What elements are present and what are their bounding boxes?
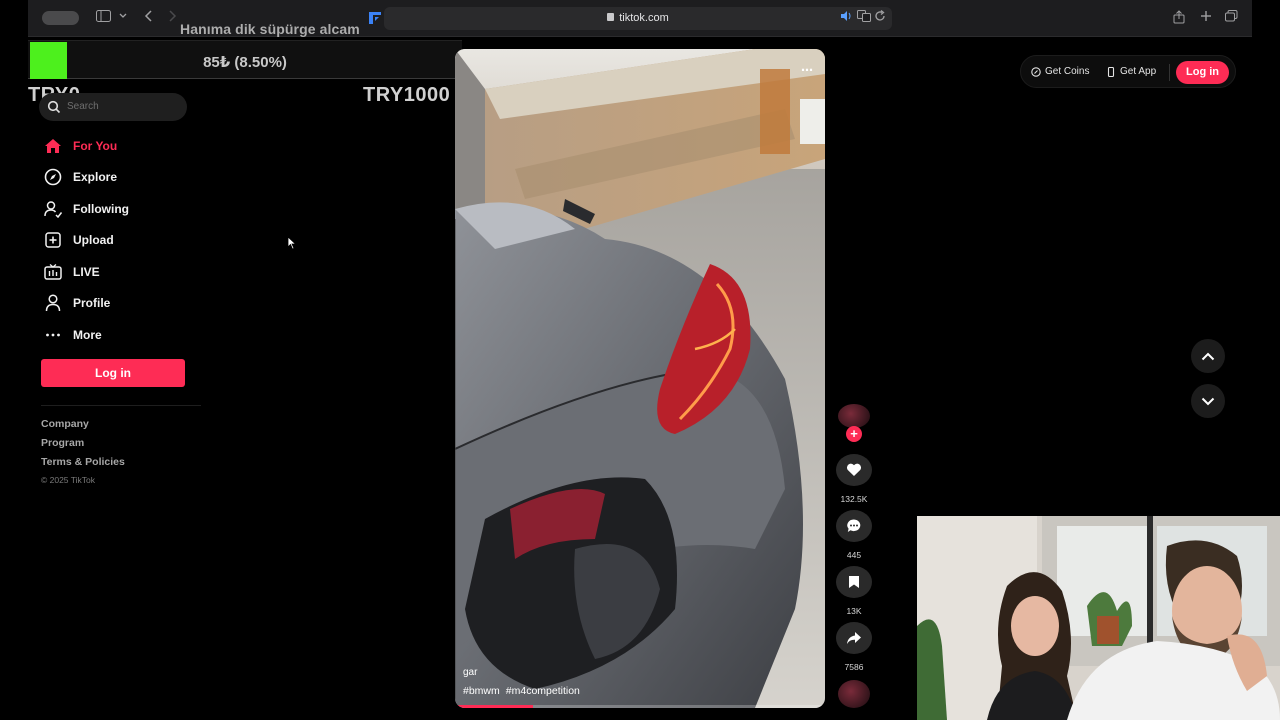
video-caption: gar [463, 667, 478, 678]
get-coins-label: Get Coins [1045, 66, 1090, 77]
webcam-overlay [917, 516, 1280, 720]
like-action: 132.5K [836, 454, 872, 504]
chevron-down-icon[interactable] [119, 10, 127, 26]
get-app-label: Get App [1120, 66, 1157, 77]
back-icon[interactable] [144, 10, 153, 26]
bookmark-icon [849, 576, 859, 588]
comment-button[interactable] [836, 510, 872, 542]
get-app-link[interactable]: Get App [1106, 66, 1156, 77]
sidebar-item-label: LIVE [73, 264, 100, 279]
sidebar-item-label: For You [73, 138, 118, 153]
like-button[interactable] [836, 454, 872, 486]
goal-max-label: TRY1000 [363, 84, 451, 106]
webcam-feed [917, 516, 1280, 720]
video-progress-bar[interactable] [455, 705, 825, 708]
comment-icon [847, 519, 861, 532]
creator-avatar[interactable] [838, 404, 870, 428]
chevron-up-icon [1201, 352, 1215, 360]
footer-link-terms[interactable]: Terms & Policies [41, 456, 125, 468]
footer-link-company[interactable]: Company [41, 418, 89, 430]
extension-icon[interactable] [368, 11, 382, 27]
chevron-down-icon [1201, 397, 1215, 405]
video-progress-fill [455, 705, 533, 708]
previous-video-button[interactable] [1191, 339, 1225, 373]
save-action: 13K [836, 566, 872, 616]
sidebar-item-more[interactable]: More [42, 319, 242, 351]
home-icon [42, 135, 64, 157]
compass-icon [42, 166, 64, 188]
search-input[interactable]: Search [39, 93, 187, 121]
url-text: tiktok.com [619, 12, 669, 24]
sidebar-item-live[interactable]: LIVE [42, 256, 242, 288]
reload-icon[interactable] [874, 9, 886, 26]
forward-icon[interactable] [168, 10, 177, 26]
sidebar-divider [41, 405, 201, 406]
share-count: 7586 [844, 662, 864, 672]
tab-group-pill[interactable] [42, 11, 79, 25]
search-placeholder: Search [67, 101, 99, 112]
donation-progress-bar: 85₺ (8.50%) [28, 40, 462, 79]
header-actions: Get Coins Get App Log in [1020, 55, 1236, 88]
comment-count: 445 [846, 550, 862, 560]
video-player[interactable]: ⋯ gar #bmwm #m4competition [455, 49, 825, 708]
new-tab-icon[interactable] [1200, 10, 1212, 26]
profile-icon [42, 292, 64, 314]
donation-goal-title: Hanıma dik süpürge alcam [180, 21, 360, 37]
comment-action: 445 [836, 510, 872, 560]
phone-icon [1107, 66, 1115, 77]
like-count: 132.5K [840, 494, 868, 504]
sidebar-item-explore[interactable]: Explore [42, 162, 242, 194]
follow-plus-icon[interactable]: + [846, 426, 862, 442]
donation-progress-text: 85₺ (8.50%) [203, 54, 287, 71]
live-icon [42, 261, 64, 283]
get-coins-link[interactable]: Get Coins [1031, 66, 1089, 77]
share-button[interactable] [836, 622, 872, 654]
sidebar-toggle-icon[interactable] [96, 10, 111, 26]
save-button[interactable] [836, 566, 872, 598]
save-count: 13K [846, 606, 862, 616]
video-frame [455, 49, 825, 708]
search-icon [47, 100, 61, 114]
following-icon [42, 198, 64, 220]
copyright-text: © 2025 TikTok [41, 475, 95, 485]
header-separator [1169, 64, 1170, 81]
mouse-cursor-icon [287, 236, 297, 250]
sidebar-nav: For You Explore Following Upload LIVE Pr… [42, 130, 242, 351]
music-disc-avatar[interactable] [838, 680, 870, 708]
coin-icon [1031, 66, 1041, 77]
address-bar[interactable]: tiktok.com [384, 7, 892, 30]
sidebar-item-following[interactable]: Following [42, 193, 242, 225]
video-more-icon[interactable]: ⋯ [801, 63, 814, 77]
sidebar-item-label: Upload [73, 233, 114, 248]
sidebar-login-button[interactable]: Log in [41, 359, 185, 387]
heart-icon [846, 463, 862, 476]
share-action: 7586 [836, 622, 872, 672]
hashtag-link[interactable]: #m4competition [506, 685, 580, 697]
sidebar-item-upload[interactable]: Upload [42, 225, 242, 257]
sidebar-item-label: Explore [73, 170, 118, 185]
share-icon[interactable] [1173, 10, 1185, 26]
audio-icon[interactable] [840, 10, 852, 26]
share-arrow-icon [847, 632, 861, 644]
sidebar-item-label: More [73, 327, 102, 342]
video-hashtags: #bmwm #m4competition [463, 685, 586, 697]
hashtag-link[interactable]: #bmwm [463, 685, 500, 697]
footer-link-program[interactable]: Program [41, 437, 84, 449]
sidebar-item-profile[interactable]: Profile [42, 288, 242, 320]
screen: tiktok.com Hanıma dik süpürge alcam 85₺ … [0, 0, 1280, 720]
more-icon [42, 324, 64, 346]
translate-icon[interactable] [857, 10, 871, 26]
sidebar-item-label: Profile [73, 296, 111, 311]
sidebar-item-for-you[interactable]: For You [42, 130, 242, 162]
next-video-button[interactable] [1191, 384, 1225, 418]
lock-icon [607, 13, 615, 21]
tab-overview-icon[interactable] [1225, 10, 1238, 26]
sidebar-item-label: Following [73, 201, 129, 216]
upload-icon [42, 229, 64, 251]
header-login-button[interactable]: Log in [1176, 61, 1229, 84]
